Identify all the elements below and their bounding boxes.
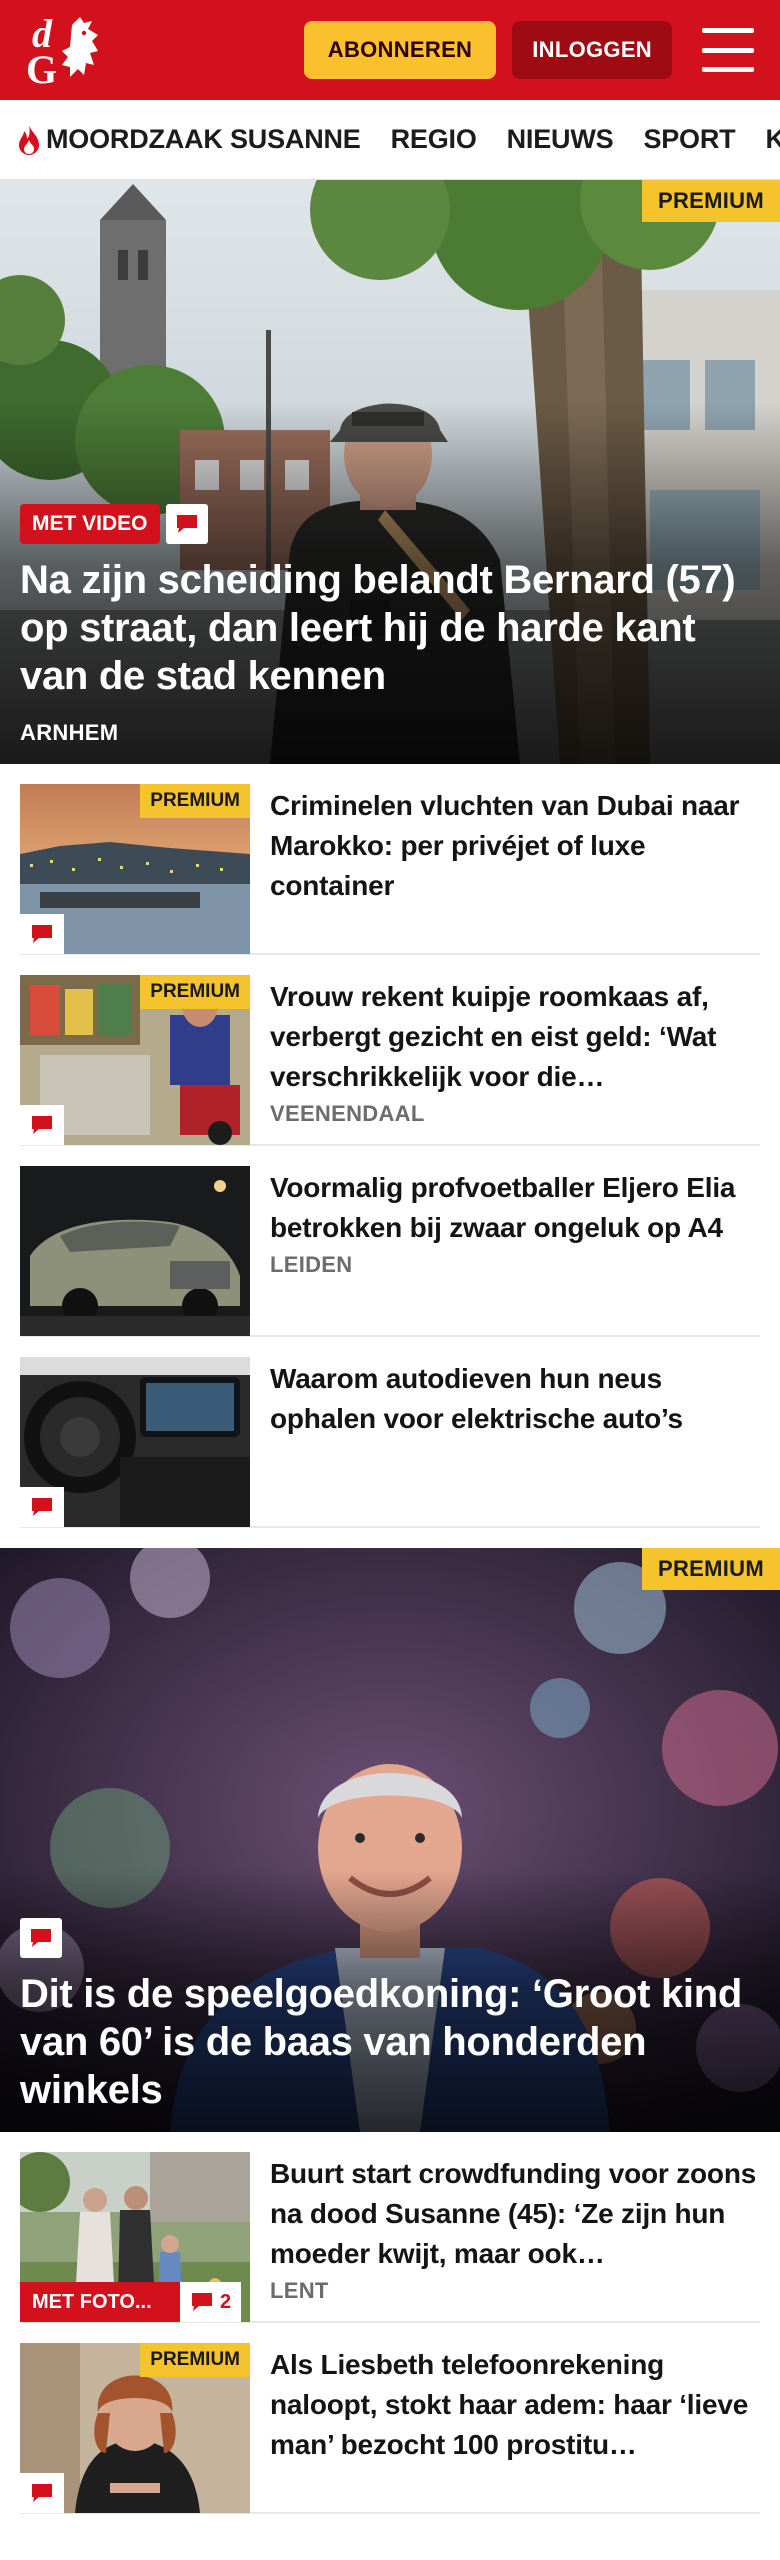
list-item[interactable]: Waarom autodieven hun neus ophalen voor … — [20, 1337, 760, 1528]
list-item[interactable]: PREMIUM Als Liesbeth telefoonrekening na… — [20, 2323, 760, 2514]
premium-badge: PREMIUM — [642, 1548, 780, 1590]
feature-headline[interactable]: Dit is de speelgoedkoning: ‘Groot kind v… — [20, 1970, 760, 2114]
nav-item-sport[interactable]: SPORT — [643, 124, 735, 155]
comment-icon — [176, 515, 197, 533]
category-nav: MOORDZAAK SUSANNE REGIO NIEUWS SPORT KIJ… — [0, 100, 780, 180]
site-logo[interactable]: d G — [26, 11, 114, 89]
comment-icon — [32, 925, 52, 943]
hero-article[interactable]: PREMIUM MET VIDEO Na zijn scheiding bela… — [0, 180, 780, 764]
list-item[interactable]: MET FOTO... 2 Buurt start crowdfunding v… — [20, 2132, 760, 2323]
comments-indicator[interactable] — [20, 2473, 64, 2513]
hero-headline[interactable]: Na zijn scheiding belandt Bernard (57) o… — [20, 556, 760, 700]
comments-indicator[interactable] — [20, 1105, 64, 1145]
comment-icon — [32, 2484, 52, 2502]
article-headline[interactable]: Als Liesbeth telefoonrekening naloopt, s… — [270, 2345, 760, 2465]
comments-indicator[interactable] — [20, 914, 64, 954]
photo-badge: MET FOTO... — [20, 2282, 180, 2322]
comment-icon — [192, 2293, 212, 2311]
comments-indicator[interactable]: 2 — [180, 2282, 242, 2322]
nav-item-regio[interactable]: REGIO — [391, 124, 477, 155]
article-location: VEENENDAAL — [270, 1101, 425, 1126]
list-item[interactable]: Voormalig profvoetballer Eljero Elia bet… — [20, 1146, 760, 1337]
article-thumbnail — [20, 1357, 250, 1527]
premium-badge: PREMIUM — [140, 2343, 250, 2377]
nav-item-nieuws[interactable]: NIEUWS — [507, 124, 614, 155]
article-list: PREMIUM Criminelen vluchten van Dubai na… — [0, 764, 780, 1528]
article-headline[interactable]: Criminelen vluchten van Dubai naar Marok… — [270, 786, 760, 906]
comment-icon — [32, 1116, 52, 1134]
thumbnail-photo — [20, 1166, 250, 1336]
article-thumbnail: MET FOTO... 2 — [20, 2152, 250, 2322]
nav-item-moordzaak-susanne[interactable]: MOORDZAAK SUSANNE — [16, 124, 361, 156]
comments-indicator[interactable] — [20, 1487, 64, 1527]
nav-label: MOORDZAAK SUSANNE — [46, 124, 361, 154]
article-thumbnail — [20, 1166, 250, 1336]
login-button[interactable]: INLOGGEN — [512, 21, 672, 79]
article-thumbnail: PREMIUM — [20, 2343, 250, 2513]
comment-count: 2 — [220, 2290, 232, 2313]
flame-icon — [19, 124, 39, 155]
article-thumbnail: PREMIUM — [20, 975, 250, 1145]
site-header: d G ABONNEREN INLOGGEN — [0, 0, 780, 100]
comments-indicator[interactable] — [20, 1918, 62, 1958]
article-location: LEIDEN — [270, 1252, 353, 1277]
article-headline[interactable]: Waarom autodieven hun neus ophalen voor … — [270, 1359, 760, 1439]
premium-badge: PREMIUM — [140, 975, 250, 1009]
hamburger-menu-icon[interactable] — [702, 28, 754, 72]
premium-badge: PREMIUM — [642, 180, 780, 222]
article-location: LENT — [270, 2278, 329, 2303]
comments-indicator[interactable] — [165, 504, 208, 544]
hero-location: ARNHEM — [20, 720, 119, 745]
article-headline[interactable]: Buurt start crowdfunding voor zoons na d… — [270, 2154, 760, 2274]
list-item[interactable]: PREMIUM Vrouw rekent kuipje roomkaas af,… — [20, 955, 760, 1146]
list-item[interactable]: PREMIUM Criminelen vluchten van Dubai na… — [20, 764, 760, 955]
logo-emblem: d G — [26, 11, 98, 89]
article-thumbnail: PREMIUM — [20, 784, 250, 954]
article-headline[interactable]: Voormalig profvoetballer Eljero Elia bet… — [270, 1168, 760, 1248]
svg-text:G: G — [26, 47, 57, 89]
article-headline[interactable]: Vrouw rekent kuipje roomkaas af, verberg… — [270, 977, 760, 1097]
comment-icon — [32, 1498, 52, 1516]
feature-article[interactable]: PREMIUM Dit is de speelgoedkoning: ‘Groo… — [0, 1548, 780, 2132]
article-list-2: MET FOTO... 2 Buurt start crowdfunding v… — [0, 2132, 780, 2514]
video-badge: MET VIDEO — [20, 504, 160, 544]
premium-badge: PREMIUM — [140, 784, 250, 818]
comment-icon — [31, 1929, 51, 1947]
subscribe-button[interactable]: ABONNEREN — [303, 21, 497, 79]
nav-item-kijk[interactable]: KIJK — [765, 124, 780, 155]
